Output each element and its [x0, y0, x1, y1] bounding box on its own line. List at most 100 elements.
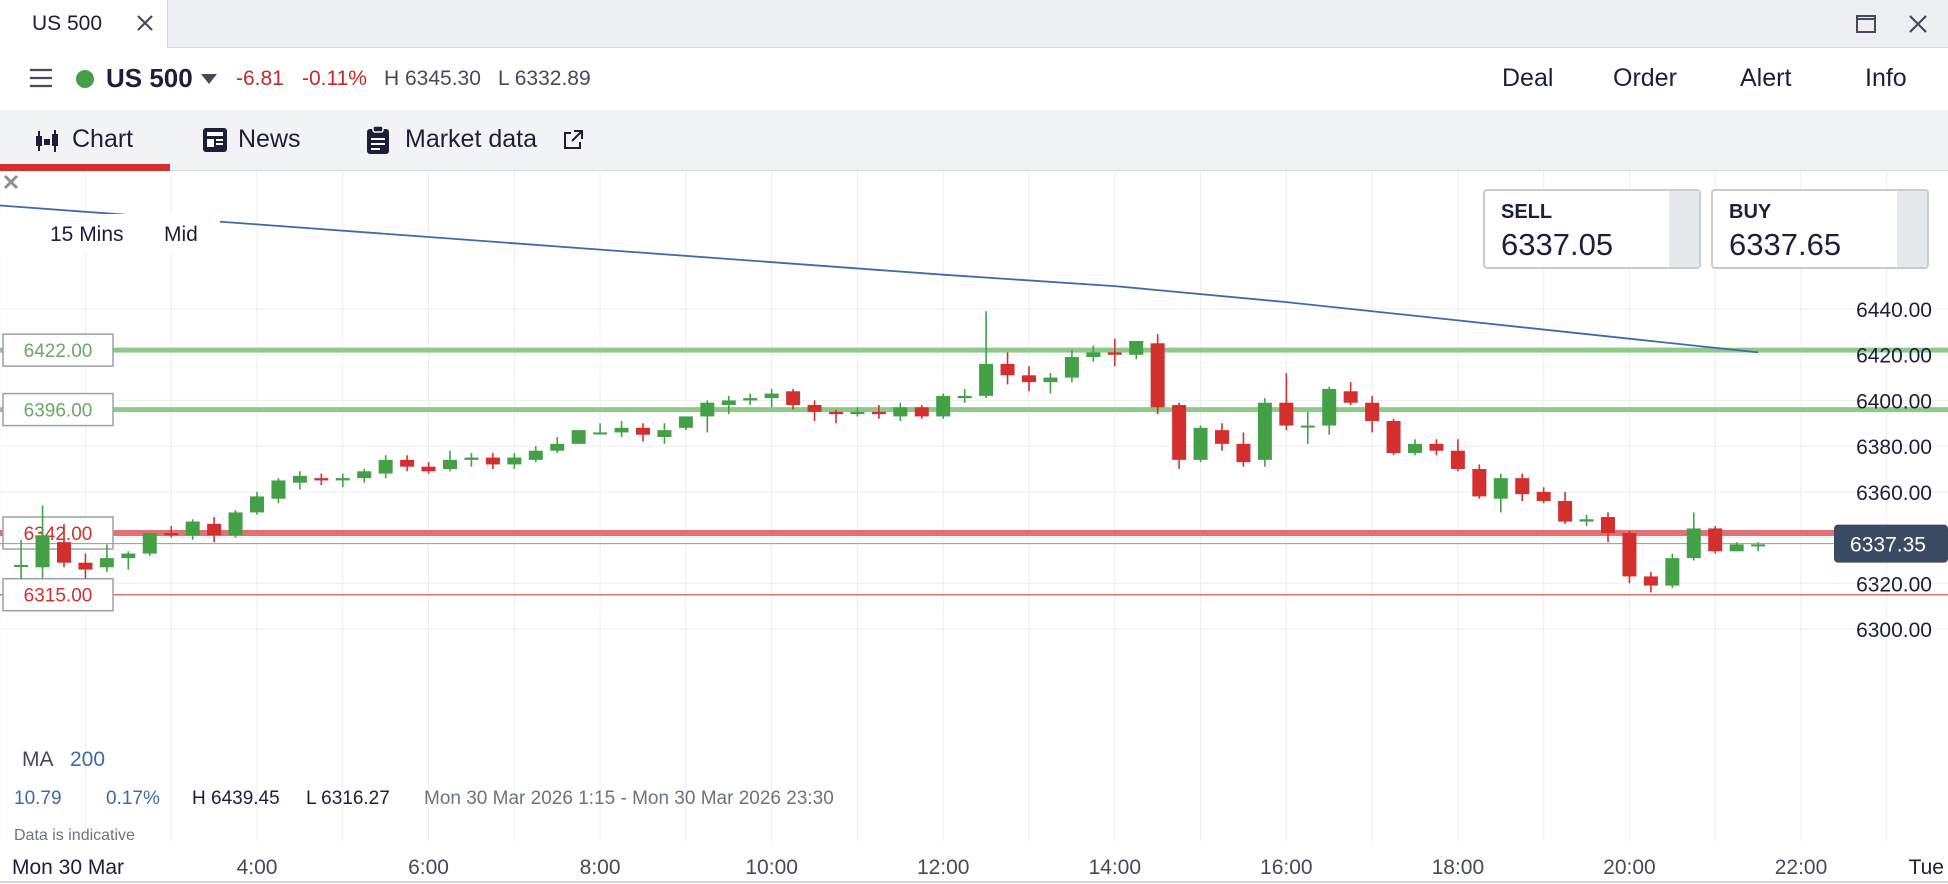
candle-body	[1601, 517, 1615, 533]
candle-body	[850, 411, 865, 415]
candle	[378, 455, 393, 479]
candle	[1150, 334, 1165, 415]
candle	[228, 510, 243, 538]
candle-body	[400, 459, 415, 467]
candle	[1558, 491, 1573, 524]
tab-news[interactable]: News	[196, 110, 316, 171]
buy-box-side	[1897, 191, 1927, 267]
y-axis-tick-label: 6300.00	[1856, 619, 1932, 642]
price-level-label: 6422.00	[24, 341, 93, 362]
candle	[893, 402, 908, 421]
candle	[807, 400, 822, 421]
candle	[936, 393, 951, 419]
candle	[292, 471, 307, 490]
candle-body	[164, 533, 179, 536]
tab-market-data[interactable]: Market data	[366, 110, 596, 171]
candle	[464, 453, 479, 467]
content-tabs: Chart News Market data	[0, 110, 1948, 171]
price-level-label: 6342.00	[24, 524, 93, 545]
candle	[700, 400, 715, 433]
candle-body	[936, 395, 951, 417]
range-high: H 6439.45	[192, 788, 280, 809]
x-axis-tick-label: 22:00	[1775, 856, 1828, 879]
candle-body	[807, 405, 822, 412]
x-axis-tick-label: 18:00	[1432, 856, 1485, 879]
candle-body	[99, 558, 114, 568]
x-axis-start-label: Mon 30 Mar	[12, 856, 124, 879]
price-chart[interactable]: 6422.00 6396.00 6342.00 6315.00 6440.00 6420…	[0, 171, 1948, 884]
candle-body	[636, 427, 650, 435]
window-tab-title: US 500	[32, 12, 103, 35]
chart-canvas[interactable]: 6422.00 6396.00 6342.00 6315.00 6440.00 6420…	[0, 171, 1948, 884]
candle-body	[914, 407, 929, 417]
candle	[400, 455, 415, 472]
current-price-label: 6337.35	[1850, 534, 1926, 557]
sell-price-box[interactable]: SELL 6337.05	[1483, 189, 1701, 269]
candle-body	[14, 565, 29, 567]
candle	[786, 389, 801, 410]
candle	[871, 405, 886, 419]
instrument-name[interactable]: US 500	[106, 63, 193, 94]
indicator-period[interactable]: 200	[70, 748, 105, 772]
buy-price: 6337.65	[1729, 227, 1842, 262]
tab-market-data-label: Market data	[405, 125, 538, 153]
price-type-button[interactable]: Mid	[164, 223, 198, 247]
candle	[1665, 553, 1680, 588]
candle	[1000, 352, 1015, 385]
candle	[764, 389, 779, 408]
candle-body	[1150, 343, 1165, 408]
candle-body	[1129, 341, 1144, 355]
maximize-icon[interactable]	[1852, 10, 1880, 38]
tab-chart-label: Chart	[72, 125, 134, 153]
candle-body	[1257, 402, 1272, 460]
buy-label: BUY	[1729, 201, 1772, 223]
interval-button[interactable]: 15 Mins	[50, 223, 124, 247]
candle-body	[357, 471, 372, 479]
candle	[550, 437, 565, 453]
remove-indicator-icon[interactable]	[0, 171, 22, 193]
candle-body	[121, 553, 136, 559]
buy-price-box[interactable]: BUY 6337.65	[1711, 189, 1929, 269]
chevron-down-icon[interactable]	[200, 72, 218, 86]
hamburger-menu-icon[interactable]	[28, 67, 54, 89]
external-link-icon	[564, 130, 583, 149]
candle	[678, 416, 693, 431]
x-axis-tick-label: 16:00	[1260, 856, 1313, 879]
market-open-status-dot	[76, 70, 94, 88]
tab-chart[interactable]: Chart	[0, 110, 170, 171]
candle	[1300, 411, 1315, 444]
candle-body	[571, 430, 586, 444]
candle	[1107, 338, 1122, 367]
candle	[1043, 373, 1058, 394]
deal-button[interactable]: Deal	[1502, 64, 1553, 93]
candle	[314, 473, 329, 485]
candle-body	[421, 466, 436, 472]
info-button[interactable]: Info	[1865, 64, 1907, 93]
window-tab-us500[interactable]: US 500	[0, 0, 168, 48]
candle	[1322, 386, 1337, 435]
candle	[1515, 473, 1530, 501]
order-button[interactable]: Order	[1613, 64, 1677, 93]
candle	[1236, 432, 1251, 467]
candle	[1472, 464, 1487, 499]
x-axis-tick-label: 8:00	[580, 856, 621, 879]
candle	[1643, 571, 1658, 593]
x-axis-tick-label: 14:00	[1088, 856, 1141, 879]
candle-body	[292, 475, 307, 483]
y-axis-tick-label: 6320.00	[1856, 573, 1932, 596]
price-level-label: 6315.00	[24, 586, 93, 607]
y-axis-tick-label: 6440.00	[1856, 299, 1932, 322]
candle-body	[1472, 469, 1487, 497]
alert-button[interactable]: Alert	[1740, 64, 1791, 93]
candle-body	[378, 459, 393, 474]
candle-body	[1579, 519, 1594, 522]
close-window-icon[interactable]	[1904, 10, 1932, 38]
x-axis-tick-label: 6:00	[408, 856, 449, 879]
candle	[743, 393, 758, 405]
candle	[1386, 418, 1401, 456]
close-icon[interactable]	[132, 10, 158, 36]
candle-body	[35, 535, 50, 568]
candle	[1429, 439, 1444, 456]
candle-body	[1751, 544, 1766, 547]
candle-body	[764, 393, 779, 399]
